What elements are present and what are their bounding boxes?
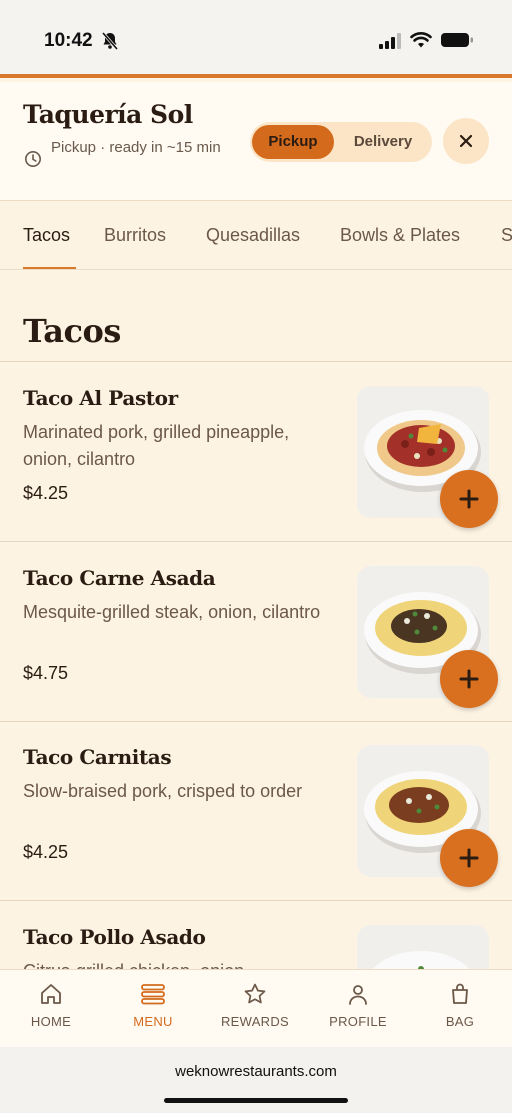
home-icon (41, 984, 61, 1004)
fulfillment-toggle: Pickup Delivery (250, 122, 432, 162)
item-description: Marinated pork, grilled pineapple, onion… (23, 422, 290, 469)
store-header: Taquería Sol Pickup · ready in ~15 min P… (0, 82, 512, 201)
tab-quesadillas[interactable]: Quesadillas (206, 225, 300, 246)
add-to-bag-button[interactable] (440, 470, 498, 528)
status-time: 10:42 (44, 30, 93, 51)
category-tabs: Tacos Burritos Quesadillas Bowls & Plate… (0, 202, 512, 270)
tab-burritos[interactable]: Burritos (104, 225, 166, 246)
menu-item-carnitas[interactable]: Taco Carnitas Slow-braised pork, crisped… (0, 721, 512, 901)
menu-icon (141, 984, 165, 1005)
add-to-bag-button[interactable] (440, 650, 498, 708)
item-name: Taco Carnitas (23, 745, 172, 769)
nav-label: BAG (445, 1014, 475, 1029)
nav-label: REWARDS (220, 1014, 290, 1029)
store-name: Taquería Sol (23, 100, 193, 129)
item-description: Mesquite-grilled steak, onion, cilantro (23, 602, 321, 622)
bottom-navigation: HOME MENU REWARDS PROFILE BAG (0, 969, 512, 1047)
nav-profile[interactable]: PROFILE (313, 982, 403, 1029)
profile-icon (349, 985, 367, 1005)
url-text[interactable]: weknowrestaurants.com (0, 1063, 512, 1080)
plus-icon (459, 848, 479, 868)
section-title: Tacos (23, 312, 121, 350)
battery-icon (441, 33, 473, 47)
menu-item-carne-asada[interactable]: Taco Carne Asada Mesquite-grilled steak,… (0, 542, 512, 722)
plus-icon (459, 489, 479, 509)
item-price: $4.25 (23, 483, 69, 503)
bag-icon (452, 983, 468, 1004)
item-price: $4.25 (23, 842, 69, 862)
tab-partial[interactable]: S (501, 225, 512, 246)
close-icon (459, 134, 473, 148)
nav-bag[interactable]: BAG (415, 982, 505, 1029)
item-name: Taco Al Pastor (23, 386, 178, 410)
cellular-signal-icon (379, 33, 401, 49)
tab-tacos[interactable]: Tacos (23, 225, 70, 246)
pickup-option[interactable]: Pickup (252, 125, 334, 159)
bell-slash-icon (101, 32, 119, 50)
item-name: Taco Pollo Asado (23, 925, 206, 949)
close-button[interactable] (443, 118, 489, 164)
nav-label: PROFILE (329, 1014, 387, 1029)
nav-label: MENU (133, 1014, 173, 1029)
nav-menu[interactable]: MENU (108, 982, 198, 1029)
clock-icon (25, 151, 41, 167)
active-tab-indicator (23, 267, 76, 269)
wifi-icon (410, 32, 432, 48)
menu-item-al-pastor[interactable]: Taco Al Pastor Marinated pork, grilled p… (0, 362, 512, 542)
plus-icon (459, 669, 479, 689)
delivery-option[interactable]: Delivery (338, 125, 428, 159)
home-indicator[interactable] (164, 1098, 348, 1103)
nav-label: HOME (30, 1014, 72, 1029)
browser-url-bar: weknowrestaurants.com (0, 1047, 512, 1113)
item-price: $4.75 (23, 663, 69, 683)
pickup-ready-time: Pickup · ready in ~15 min (51, 139, 221, 156)
nav-home[interactable]: HOME (6, 982, 96, 1029)
add-to-bag-button[interactable] (440, 829, 498, 887)
item-name: Taco Carne Asada (23, 566, 216, 590)
status-bar: 10:42 (0, 0, 512, 78)
tab-bowls-plates[interactable]: Bowls & Plates (340, 225, 460, 246)
nav-rewards[interactable]: REWARDS (210, 982, 300, 1029)
star-icon (244, 983, 266, 1004)
item-description: Slow-braised pork, crisped to order (23, 781, 303, 801)
